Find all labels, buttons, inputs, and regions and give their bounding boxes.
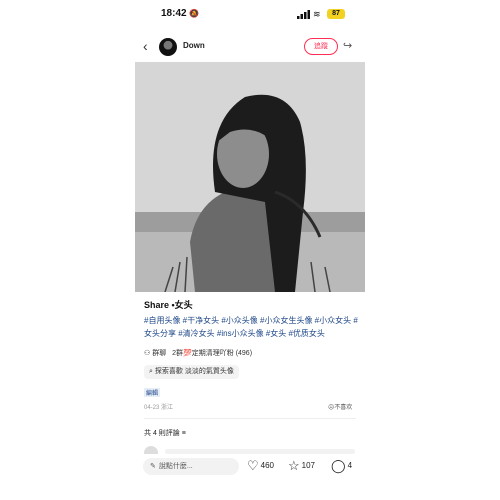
post-date-location: 04-23 浙江 [144,405,174,411]
group-name: 定期清理吖粉 (496) [191,350,253,357]
like-count: 460 [260,461,275,471]
author-name[interactable]: Down [183,41,205,50]
comment-count: 4 [347,461,353,471]
comments-header[interactable]: 共 4 則評論 ≡ [144,428,186,438]
author-avatar[interactable] [159,38,177,56]
heart-icon: ♡ [247,458,259,473]
top-navigation: ‹ Down 追蹤 ↪ [135,36,365,58]
post-photo[interactable] [135,62,365,292]
commenter-avatar [144,446,158,454]
battery-indicator: 87 [327,9,345,19]
status-time: 18:42 [161,8,187,19]
sort-icon: ≡ [181,430,186,437]
dislike-label: 不喜欢 [334,405,353,411]
comment-input-placeholder: 說點什麼... [158,463,193,470]
post-tags[interactable]: #自用头像 #干净女头 #小众头像 #小众女生头像 #小众女头 #女头分享 #清… [144,314,358,340]
divider [144,418,356,419]
group-icon: ⚇ [144,350,151,357]
wifi-icon: ≋ [313,9,321,19]
group-label: 群聊 [152,350,167,357]
comment-bubble-icon: ◯ [331,458,346,473]
dislike-button[interactable]: ☹不喜欢 [328,402,352,411]
favorite-count: 107 [301,461,316,471]
status-bar: 18:42 🔕 ≋ 87 [135,8,365,24]
like-button[interactable]: ♡ 460 [247,459,274,473]
post-title: Share •女头 [144,300,193,310]
group-text: 2群 [172,350,184,357]
favorite-button[interactable]: ☆ 107 [288,459,315,473]
portrait-illustration [135,62,365,292]
group-chat-row[interactable]: ⚇ 群聊 2群💯定期清理吖粉 (496) [144,348,252,358]
comment-input[interactable]: ✎ 說點什麼... [143,458,239,475]
group-badge-icon: 💯 [183,350,192,357]
share-icon[interactable]: ↪ [343,39,352,52]
phone-screen: 18:42 🔕 ≋ 87 ‹ Down 追蹤 ↪ Share •女头 #自用头像… [135,0,365,500]
star-icon: ☆ [288,458,300,473]
pen-icon: ✎ [150,463,156,470]
follow-button[interactable]: 追蹤 [304,38,338,55]
comments-count-label: 共 4 則評論 [144,430,180,437]
back-icon[interactable]: ‹ [143,37,148,55]
search-chip[interactable]: ⌕ 探索喜歡 淡淡的氣質头像 [144,365,239,379]
bell-off-icon: 🔕 [189,9,199,18]
comment-button[interactable]: ◯ 4 [331,459,352,473]
search-chip-label: 探索喜歡 淡淡的氣質头像 [154,368,234,375]
bottom-action-bar: ✎ 說點什麼... ♡ 460 ☆ 107 ◯ 4 [135,454,365,480]
signal-icon [297,10,310,19]
edit-badge: 編輯 [144,388,161,397]
